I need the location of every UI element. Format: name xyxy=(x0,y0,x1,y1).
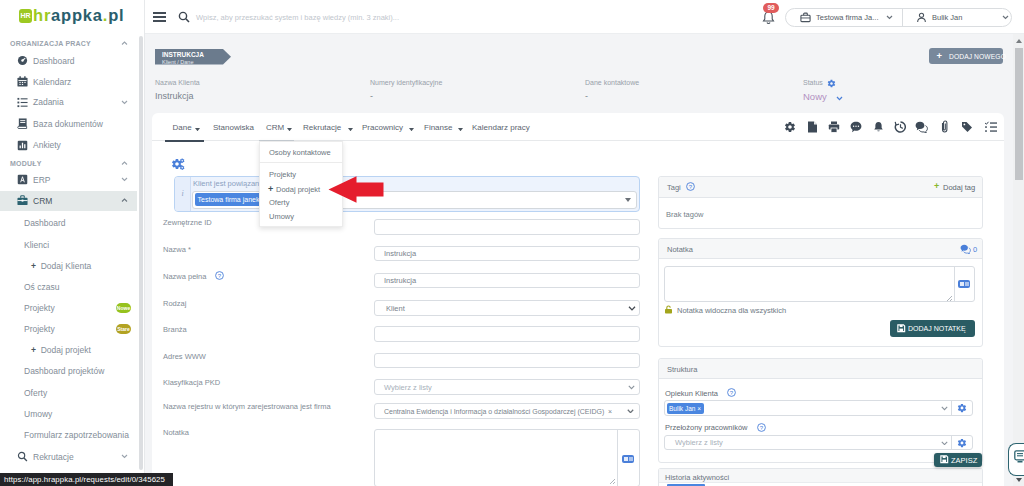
svg-text:?: ? xyxy=(760,424,764,430)
svg-text:?: ? xyxy=(218,272,222,278)
svg-text:?: ? xyxy=(689,184,693,190)
svg-text:?: ? xyxy=(730,390,734,396)
